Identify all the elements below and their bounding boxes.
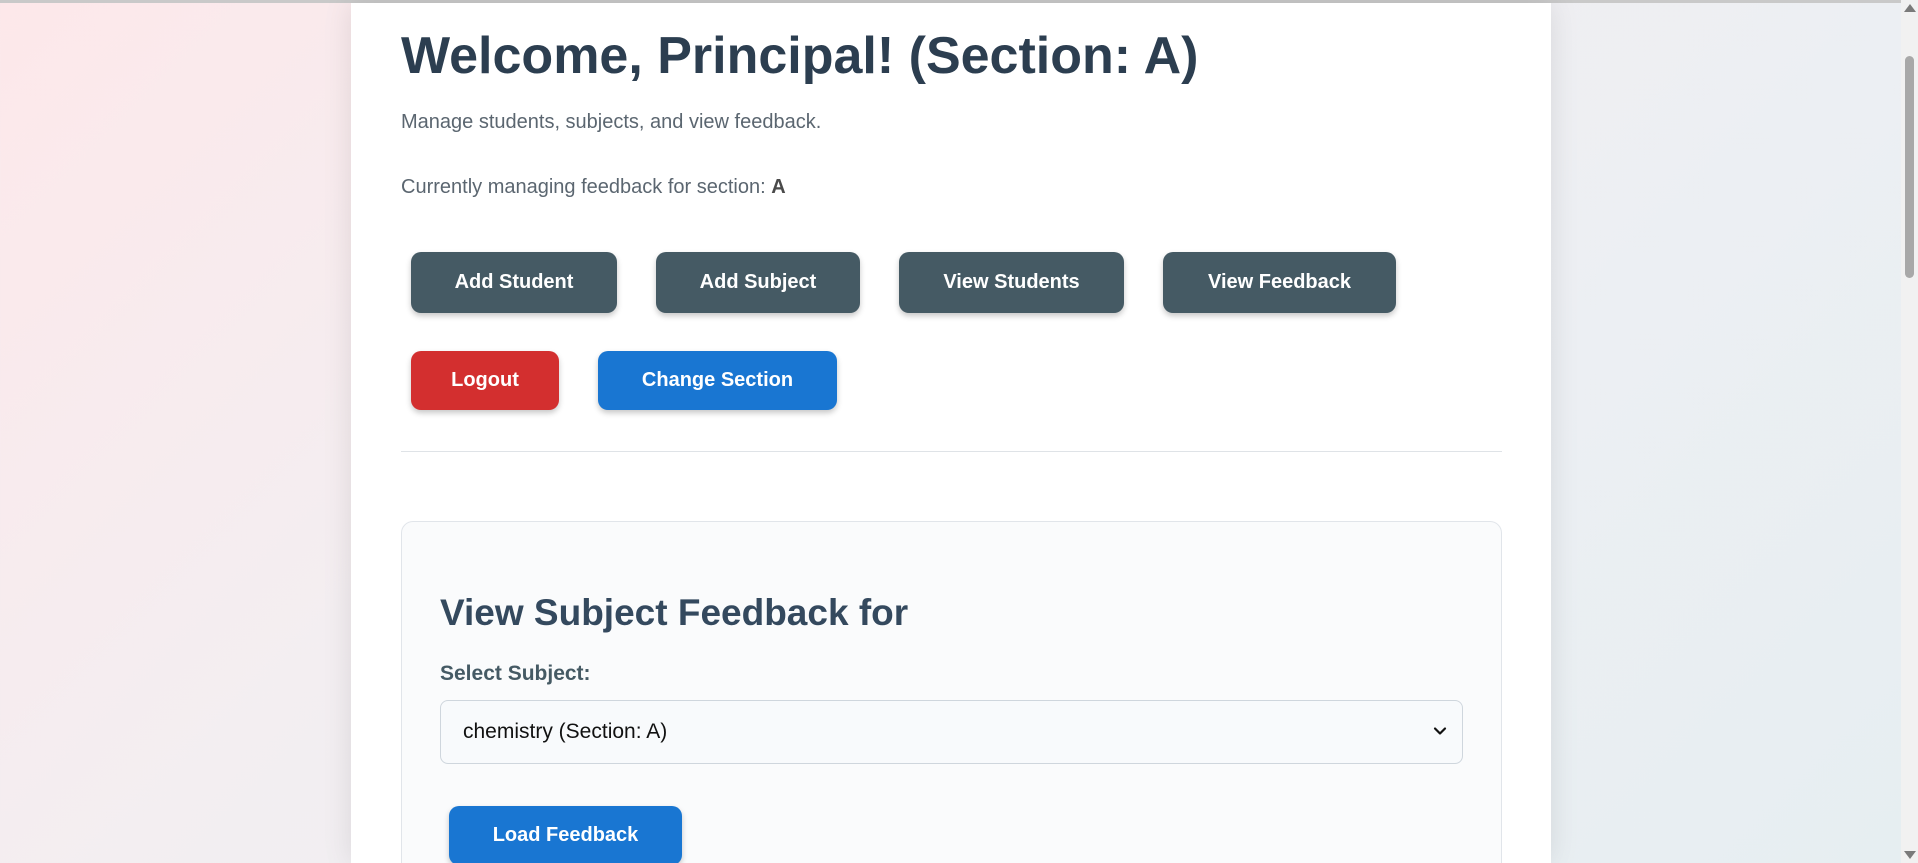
logout-button[interactable]: Logout: [411, 351, 559, 410]
subject-feedback-panel: View Subject Feedback for Select Subject…: [401, 521, 1502, 863]
page-subtitle: Manage students, subjects, and view feed…: [401, 111, 822, 133]
scroll-up-arrow-icon[interactable]: [1904, 4, 1916, 12]
load-feedback-button[interactable]: Load Feedback: [449, 806, 682, 863]
current-section-value: A: [771, 176, 786, 198]
selected-subject-value: chemistry (Section: A): [463, 720, 668, 743]
section-note-label: Currently managing feedback for section:: [401, 176, 766, 198]
view-feedback-button[interactable]: View Feedback: [1163, 252, 1396, 313]
current-section-note: Currently managing feedback for section:…: [401, 176, 786, 199]
chevron-down-icon: [1433, 727, 1447, 735]
select-subject-label: Select Subject:: [440, 662, 591, 685]
add-subject-button[interactable]: Add Subject: [656, 252, 860, 313]
scrollbar-thumb[interactable]: [1905, 56, 1914, 278]
feedback-panel-title: View Subject Feedback for: [440, 592, 909, 633]
page-scrollbar[interactable]: [1901, 0, 1918, 863]
add-student-button[interactable]: Add Student: [411, 252, 617, 313]
section-divider: [401, 451, 1502, 452]
change-section-button[interactable]: Change Section: [598, 351, 837, 410]
subject-select[interactable]: chemistry (Section: A): [440, 700, 1463, 764]
view-students-button[interactable]: View Students: [899, 252, 1124, 313]
dashboard-card: Welcome, Principal! (Section: A) Manage …: [351, 3, 1551, 863]
page-title: Welcome, Principal! (Section: A): [401, 27, 1199, 85]
scroll-down-arrow-icon[interactable]: [1904, 851, 1916, 859]
